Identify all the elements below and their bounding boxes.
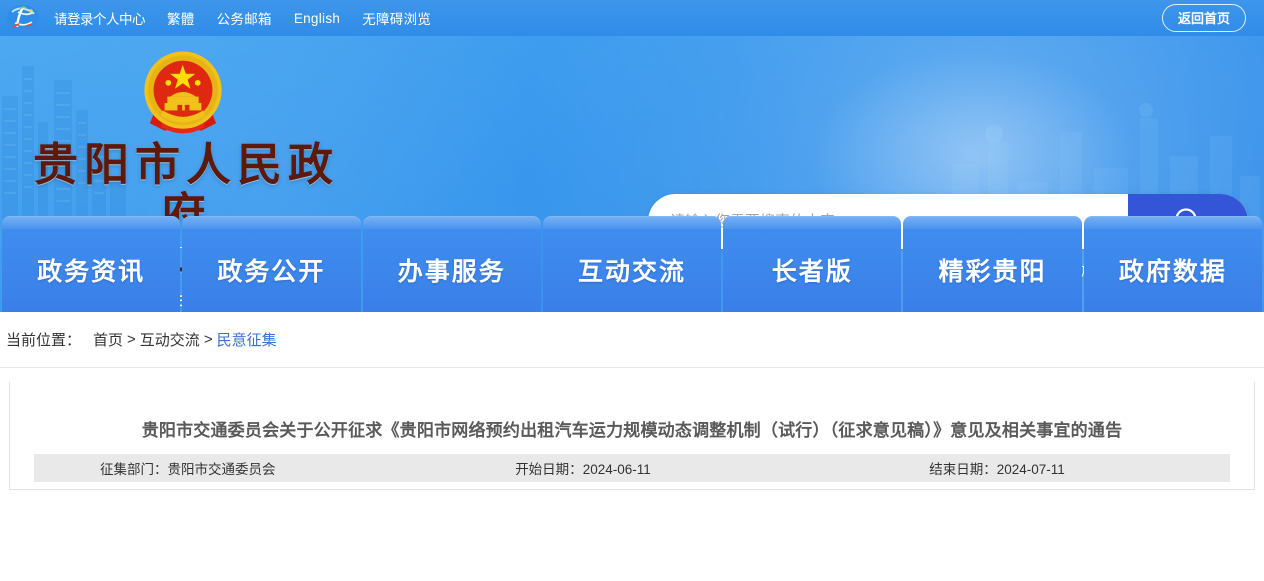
meta-start-date-label: 开始日期： [515,462,583,477]
guiyang-script-logo-icon[interactable] [6,3,40,33]
top-link-login-personal-center[interactable]: 请登录个人中心 [54,8,145,28]
document-title: 贵阳市交通委员会关于公开征求《贵阳市网络预约出租汽车运力规模动态调整机制（试行）… [34,420,1230,442]
breadcrumb-label: 当前位置： [6,329,81,350]
breadcrumb-separator-1: > [127,331,136,348]
return-home-button[interactable]: 返回首页 [1162,4,1246,32]
top-link-accessibility[interactable]: 无障碍浏览 [362,8,431,28]
breadcrumb-home[interactable]: 首页 [93,329,123,350]
consultation-card: 贵阳市交通委员会关于公开征求《贵阳市网络预约出租汽车运力规模动态调整机制（试行）… [9,382,1255,490]
breadcrumb-parent[interactable]: 互动交流 [140,329,200,350]
meta-department-value: 贵阳市交通委员会 [168,462,276,477]
top-link-traditional-chinese[interactable]: 繁體 [167,8,195,28]
top-utility-bar: 请登录个人中心 繁體 公务邮箱 English 无障碍浏览 返回首页 [0,0,1264,36]
national-emblem-icon [137,46,229,138]
content-area: 贵阳市交通委员会关于公开征求《贵阳市网络预约出租汽车运力规模动态调整机制（试行）… [0,368,1264,490]
top-link-official-mail[interactable]: 公务邮箱 [217,8,272,28]
meta-department-label: 征集部门： [100,462,168,477]
nav-government-data[interactable]: 政府数据 [1084,216,1262,312]
meta-start-date-value: 2024-06-11 [583,462,651,477]
main-navigation: 政务资讯 政务公开 办事服务 互动交流 长者版 精彩贵阳 政府数据 [0,216,1264,312]
nav-government-disclosure[interactable]: 政务公开 [182,216,360,312]
meta-end-date-label: 结束日期： [929,462,997,477]
meta-start-date: 开始日期：2024-06-11 [515,458,877,478]
breadcrumb: 当前位置： 首页 > 互动交流 > 民意征集 [0,312,1264,368]
nav-elder-version[interactable]: 长者版 [723,216,901,312]
breadcrumb-current[interactable]: 民意征集 [217,329,277,350]
top-link-english[interactable]: English [294,11,340,26]
top-links: 请登录个人中心 繁體 公务邮箱 English 无障碍浏览 [54,8,431,28]
meta-end-date: 结束日期：2024-07-11 [877,458,1216,478]
hero-banner: 贵阳市人民政府 中国·贵阳 www.guiyang.gov.cn 热搜词： 生态… [0,36,1264,312]
breadcrumb-separator-2: > [204,331,213,348]
nav-interaction[interactable]: 互动交流 [543,216,721,312]
nav-government-news[interactable]: 政务资讯 [2,216,180,312]
nav-wonderful-guiyang[interactable]: 精彩贵阳 [903,216,1081,312]
nav-services[interactable]: 办事服务 [363,216,541,312]
meta-department: 征集部门：贵阳市交通委员会 [48,458,515,478]
document-meta-row: 征集部门：贵阳市交通委员会 开始日期：2024-06-11 结束日期：2024-… [34,454,1230,482]
meta-end-date-value: 2024-07-11 [997,462,1065,477]
